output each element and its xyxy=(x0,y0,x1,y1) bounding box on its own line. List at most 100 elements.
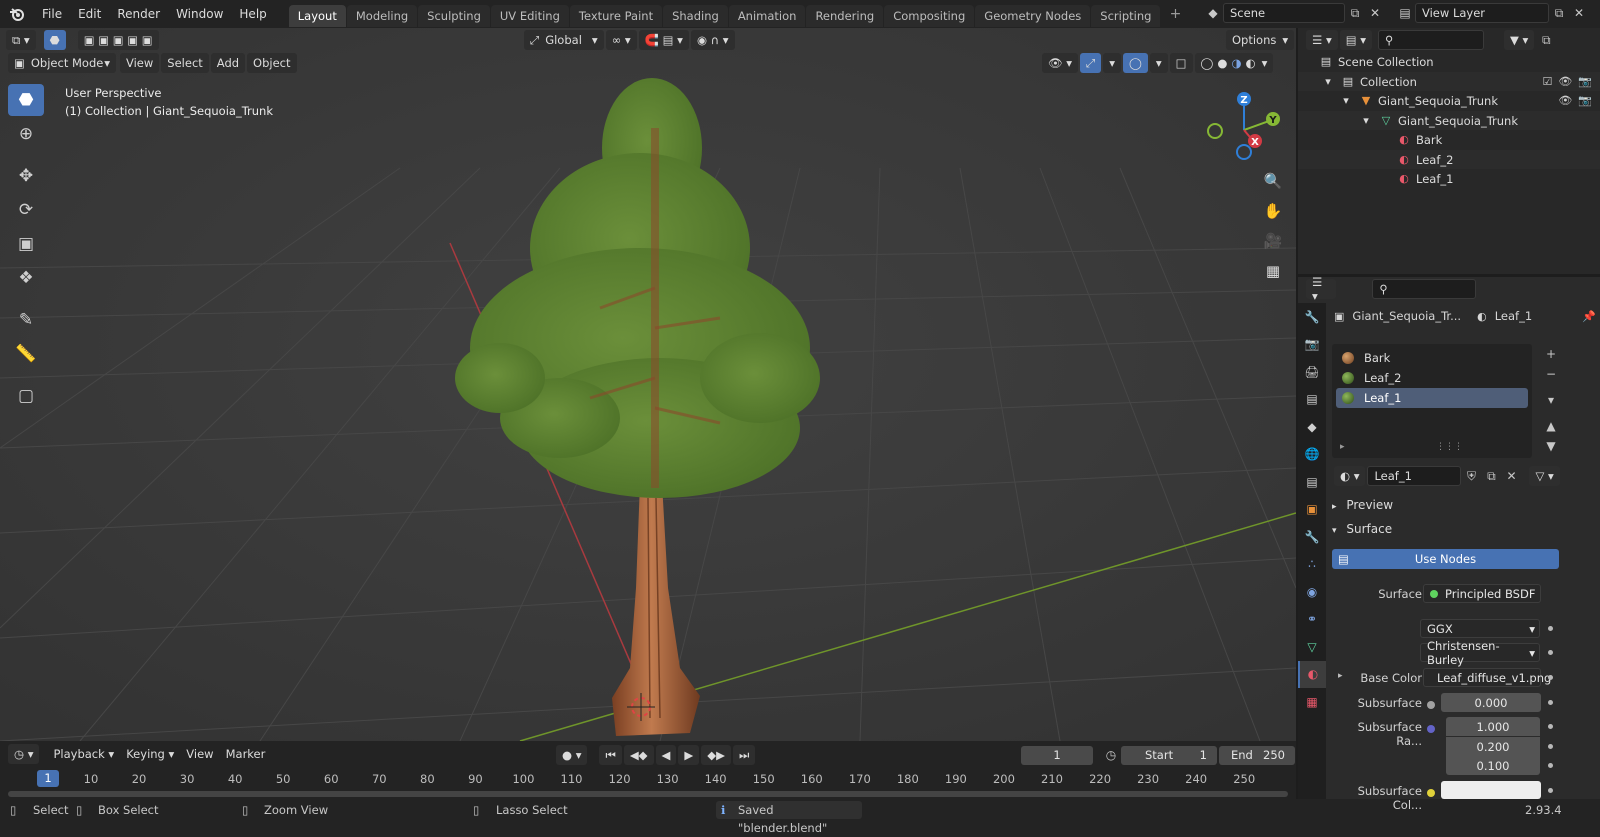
new-collection-icon[interactable]: ⧉ xyxy=(1536,30,1556,50)
chevron-down-icon[interactable]: ▾ xyxy=(1262,56,1268,70)
delete-scene-icon[interactable]: ✕ xyxy=(1365,3,1385,23)
wireframe-shading-icon[interactable]: ◯ xyxy=(1201,56,1214,70)
transform-orientation-dropdown[interactable]: ⤢ Global ▾ xyxy=(524,30,604,50)
unlink-material-icon[interactable]: ✕ xyxy=(1501,466,1521,486)
tab-modeling[interactable]: Modeling xyxy=(346,4,418,27)
view-layer-tab-icon[interactable]: ▤ xyxy=(1298,386,1326,414)
play-icon[interactable]: ▶ xyxy=(678,745,700,765)
world-tab-icon[interactable]: 🌐 xyxy=(1298,441,1326,469)
tool-tab-icon[interactable]: 🔧 xyxy=(1298,303,1326,331)
outliner-row-collection[interactable]: ▾ ▤ Collection ☑ 👁 📷 xyxy=(1298,72,1600,91)
delete-view-layer-icon[interactable]: ✕ xyxy=(1569,3,1589,23)
outliner-row-object[interactable]: ▾ ▼ Giant_Sequoia_Trunk 👁 📷 xyxy=(1298,91,1600,110)
keyframe-dot[interactable] xyxy=(1548,763,1553,768)
keyframe-dot[interactable] xyxy=(1548,744,1553,749)
menu-window[interactable]: Window xyxy=(168,0,231,28)
tab-shading[interactable]: Shading xyxy=(663,4,728,27)
jump-start-icon[interactable]: ⏮ xyxy=(599,745,622,765)
timeline-editor-type-button[interactable]: ◷ ▾ xyxy=(8,744,40,764)
keyframe-dot[interactable] xyxy=(1548,724,1553,729)
duplicate-material-icon[interactable]: ⧉ xyxy=(1481,466,1501,486)
resize-grip-icon[interactable]: ⋮⋮⋮ xyxy=(1436,442,1463,452)
add-cube-tool-icon[interactable]: ▢ xyxy=(8,380,44,412)
solid-shading-icon[interactable]: ● xyxy=(1217,56,1227,70)
surface-shader-field[interactable]: Principled BSDF xyxy=(1423,584,1541,603)
material-name-field[interactable]: Leaf_1 xyxy=(1367,466,1462,486)
tab-compositing[interactable]: Compositing xyxy=(884,4,975,27)
outliner-row-mesh-data[interactable]: ▾ ▽ Giant_Sequoia_Trunk xyxy=(1298,111,1600,130)
jump-keyframe-back-icon[interactable]: ◀◆ xyxy=(623,745,654,765)
pin-icon[interactable]: 📌 xyxy=(1582,310,1596,323)
scene-tab-icon[interactable]: ◆ xyxy=(1298,413,1326,441)
particles-tab-icon[interactable]: ∴ xyxy=(1298,551,1326,579)
proportional-edit-button[interactable]: ◉ ∩ ▾ xyxy=(690,30,735,50)
object-mode-dropdown[interactable]: ▣ Object Mode ▾ xyxy=(8,53,116,73)
current-frame-field[interactable]: 1 xyxy=(1021,745,1093,765)
expand-arrow-icon[interactable]: ▸ xyxy=(1338,671,1343,681)
expand-arrow-icon[interactable]: ▾ xyxy=(1358,114,1374,127)
distribution-dropdown[interactable]: GGX ▾ xyxy=(1420,619,1540,638)
material-link-dropdown[interactable]: ▽ ▾ xyxy=(1529,466,1560,486)
tab-scripting[interactable]: Scripting xyxy=(1091,4,1161,27)
list-item[interactable]: Bark xyxy=(1336,348,1528,368)
outliner-row-material-bark[interactable]: ◐ Bark xyxy=(1298,130,1600,149)
tab-texture-paint[interactable]: Texture Paint xyxy=(569,4,663,27)
constraints-tab-icon[interactable]: ⚭ xyxy=(1298,606,1326,634)
eye-icon[interactable]: 👁 xyxy=(1558,94,1572,107)
texture-tab-icon[interactable]: ▦ xyxy=(1298,688,1326,716)
display-mode-button[interactable]: ▤ ▾ xyxy=(1339,30,1373,50)
checkbox-icon[interactable]: ☑ xyxy=(1542,75,1552,88)
options-dropdown[interactable]: Options ▾ xyxy=(1226,30,1295,50)
expand-arrow-icon[interactable]: ▾ xyxy=(1338,94,1354,107)
keyframe-dot[interactable] xyxy=(1548,626,1553,631)
ortho-grid-icon[interactable]: ▦ xyxy=(1260,258,1286,284)
visibility-button[interactable]: 👁 ▾ xyxy=(1042,53,1079,73)
tab-rendering[interactable]: Rendering xyxy=(806,4,884,27)
subsurface-color-swatch[interactable] xyxy=(1441,781,1541,799)
new-view-layer-icon[interactable]: ⧉ xyxy=(1549,3,1569,23)
keyframe-dot[interactable] xyxy=(1548,675,1553,680)
subsurface-radius-x-field[interactable]: 1.000 xyxy=(1446,717,1540,736)
move-up-icon[interactable]: ▲ xyxy=(1541,416,1561,436)
outliner-editor-type-button[interactable]: ☰ ▾ xyxy=(1306,30,1338,50)
tab-animation[interactable]: Animation xyxy=(728,4,806,27)
transform-tool-icon[interactable]: ❖ xyxy=(8,262,44,294)
measure-tool-icon[interactable]: 📏 xyxy=(8,338,44,370)
view-layer-icon[interactable]: ▤ xyxy=(1395,3,1415,23)
list-item[interactable]: Leaf_2 xyxy=(1336,368,1528,388)
expand-arrow-icon[interactable]: ▾ xyxy=(1320,75,1336,88)
play-reverse-icon[interactable]: ◀ xyxy=(655,745,677,765)
collection-tab-icon[interactable]: ▤ xyxy=(1298,468,1326,496)
menu-object[interactable]: Object xyxy=(247,53,297,73)
zoom-icon[interactable]: 🔍 xyxy=(1260,168,1286,194)
frame-ruler[interactable]: 1 10 20 30 40 50 60 70 80 90 100 110 120 130 140 150 16… xyxy=(0,769,1296,789)
move-tool-icon[interactable]: ✥ xyxy=(8,160,44,192)
properties-search-input[interactable]: ⚲ xyxy=(1372,279,1476,299)
material-shading-icon[interactable]: ◑ xyxy=(1231,56,1241,70)
start-frame-field[interactable]: Start 1 xyxy=(1121,745,1217,765)
xray-toggle-button[interactable]: □ xyxy=(1169,53,1193,73)
scene-icon[interactable]: ◆ xyxy=(1203,3,1223,23)
menu-help[interactable]: Help xyxy=(231,0,274,28)
gizmo-dropdown[interactable]: ▾ xyxy=(1103,53,1122,73)
auto-keying-button[interactable]: ● ▾ xyxy=(556,745,588,765)
pivot-point-button[interactable]: ∞ ▾ xyxy=(605,30,637,50)
eye-icon[interactable]: 👁 xyxy=(1558,75,1572,88)
material-tab-icon[interactable]: ◐ xyxy=(1298,660,1326,688)
jump-end-icon[interactable]: ⏭ xyxy=(732,745,756,765)
overlay-toggle-button[interactable]: ◯ xyxy=(1123,53,1148,73)
material-slot-list[interactable]: Bark Leaf_2 Leaf_1 ▸ ⋮⋮⋮ xyxy=(1332,344,1532,458)
gizmo-toggle-button[interactable]: ⤢ xyxy=(1080,53,1102,73)
menu-marker[interactable]: Marker xyxy=(220,747,272,761)
selection-modes[interactable]: ▣ ▣ ▣ ▣ ▣ xyxy=(77,30,159,50)
camera-icon[interactable]: 📷 xyxy=(1578,94,1592,107)
expand-arrow-icon[interactable]: ▸ xyxy=(1340,442,1345,452)
render-tab-icon[interactable]: 📷 xyxy=(1298,331,1326,359)
new-scene-icon[interactable]: ⧉ xyxy=(1345,3,1365,23)
editor-type-button[interactable]: ⧉ ▾ xyxy=(6,30,36,50)
fake-user-shield-icon[interactable]: ⛨ xyxy=(1461,466,1481,486)
view-layer-field[interactable]: View Layer xyxy=(1415,3,1549,23)
tab-geometry-nodes[interactable]: Geometry Nodes xyxy=(975,4,1091,27)
subsurface-radius-z-field[interactable]: 0.100 xyxy=(1446,756,1540,775)
menu-timeline-view[interactable]: View xyxy=(180,747,219,761)
